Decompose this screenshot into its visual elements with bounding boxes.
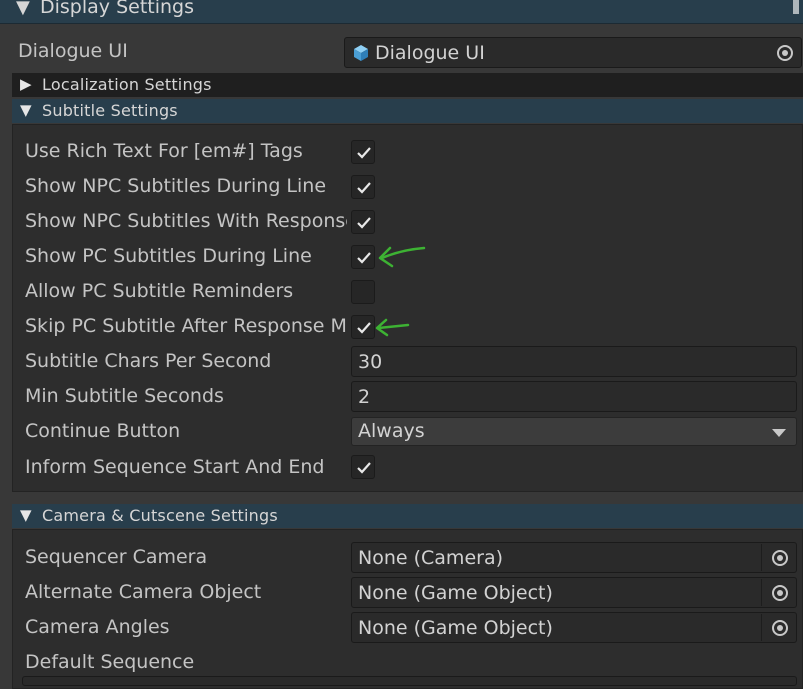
display-settings-title: Display Settings — [40, 0, 195, 18]
camera-settings-foldout[interactable]: ▼ Camera & Cutscene Settings — [12, 504, 803, 528]
object-picker-icon[interactable] — [772, 550, 788, 566]
camera-angles-label: Camera Angles — [25, 616, 170, 638]
camera-angles-field[interactable]: None (Game Object) — [351, 612, 797, 643]
scroll-edge — [793, 0, 799, 14]
sequencer-camera-label: Sequencer Camera — [25, 546, 208, 568]
cube-icon — [354, 45, 368, 61]
camera-settings-title: Camera & Cutscene Settings — [42, 506, 278, 525]
use-rich-text-checkbox[interactable] — [351, 140, 375, 164]
chars-per-second-input[interactable]: 30 — [351, 346, 797, 377]
dialogue-ui-value: Dialogue UI — [375, 42, 485, 64]
min-seconds-label: Min Subtitle Seconds — [25, 385, 224, 407]
localization-settings-title: Localization Settings — [42, 75, 212, 94]
subtitle-settings-title: Subtitle Settings — [42, 101, 178, 120]
annotation-arrow-icon — [375, 318, 410, 337]
checkmark-icon — [357, 147, 371, 159]
min-seconds-input[interactable]: 2 — [351, 381, 797, 412]
sequencer-camera-value: None (Camera) — [358, 547, 503, 569]
localization-settings-foldout[interactable]: ▶ Localization Settings — [12, 73, 803, 97]
min-seconds-value: 2 — [358, 386, 371, 408]
object-picker-icon[interactable] — [777, 45, 793, 61]
display-settings-header[interactable]: ▼ Display Settings — [0, 0, 803, 24]
field-separator — [761, 614, 762, 641]
foldout-collapsed-icon: ▶ — [20, 75, 32, 93]
object-picker-icon[interactable] — [772, 620, 788, 636]
show-npc-with-responses-label: Show NPC Subtitles With Responses — [25, 210, 347, 232]
dialogue-ui-label: Dialogue UI — [18, 40, 128, 62]
checkmark-icon — [357, 322, 371, 334]
allow-pc-reminders-label: Allow PC Subtitle Reminders — [25, 280, 294, 302]
continue-button-dropdown[interactable]: Always — [351, 417, 797, 446]
foldout-expanded-icon: ▼ — [20, 101, 32, 119]
skip-pc-after-response-menu-label: Skip PC Subtitle After Response Menu — [25, 315, 347, 337]
inform-sequence-label: Inform Sequence Start And End — [25, 456, 325, 478]
chars-per-second-label: Subtitle Chars Per Second — [25, 350, 272, 372]
show-npc-with-responses-checkbox[interactable] — [351, 210, 375, 234]
foldout-expanded-icon: ▼ — [20, 506, 32, 524]
continue-button-value: Always — [358, 420, 425, 442]
alternate-camera-object-label: Alternate Camera Object — [25, 581, 262, 603]
allow-pc-reminders-checkbox[interactable] — [351, 280, 375, 304]
field-separator — [761, 579, 762, 606]
camera-angles-value: None (Game Object) — [358, 617, 553, 639]
inform-sequence-checkbox[interactable] — [351, 455, 375, 479]
alternate-camera-object-field[interactable]: None (Game Object) — [351, 577, 797, 608]
use-rich-text-label: Use Rich Text For [em#] Tags — [25, 140, 303, 162]
dialogue-ui-object-field[interactable]: Dialogue UI — [344, 37, 802, 68]
default-sequence-textarea[interactable] — [22, 676, 797, 686]
alternate-camera-object-value: None (Game Object) — [358, 582, 553, 604]
show-npc-during-line-label: Show NPC Subtitles During Line — [25, 175, 327, 197]
default-sequence-label: Default Sequence — [25, 651, 195, 673]
field-separator — [761, 544, 762, 571]
checkmark-icon — [357, 182, 371, 194]
show-pc-during-line-checkbox[interactable] — [351, 245, 375, 269]
chars-per-second-value: 30 — [358, 351, 383, 373]
chevron-down-icon — [772, 429, 786, 437]
subtitle-settings-foldout[interactable]: ▼ Subtitle Settings — [12, 99, 803, 123]
checkmark-icon — [357, 252, 371, 264]
object-picker-icon[interactable] — [772, 585, 788, 601]
show-pc-during-line-label: Show PC Subtitles During Line — [25, 245, 312, 267]
checkmark-icon — [357, 462, 371, 474]
sequencer-camera-field[interactable]: None (Camera) — [351, 542, 797, 573]
foldout-expanded-icon: ▼ — [16, 0, 30, 18]
continue-button-label: Continue Button — [25, 420, 181, 442]
checkmark-icon — [357, 217, 371, 229]
annotation-arrow-icon — [378, 246, 426, 268]
show-npc-during-line-checkbox[interactable] — [351, 175, 375, 199]
